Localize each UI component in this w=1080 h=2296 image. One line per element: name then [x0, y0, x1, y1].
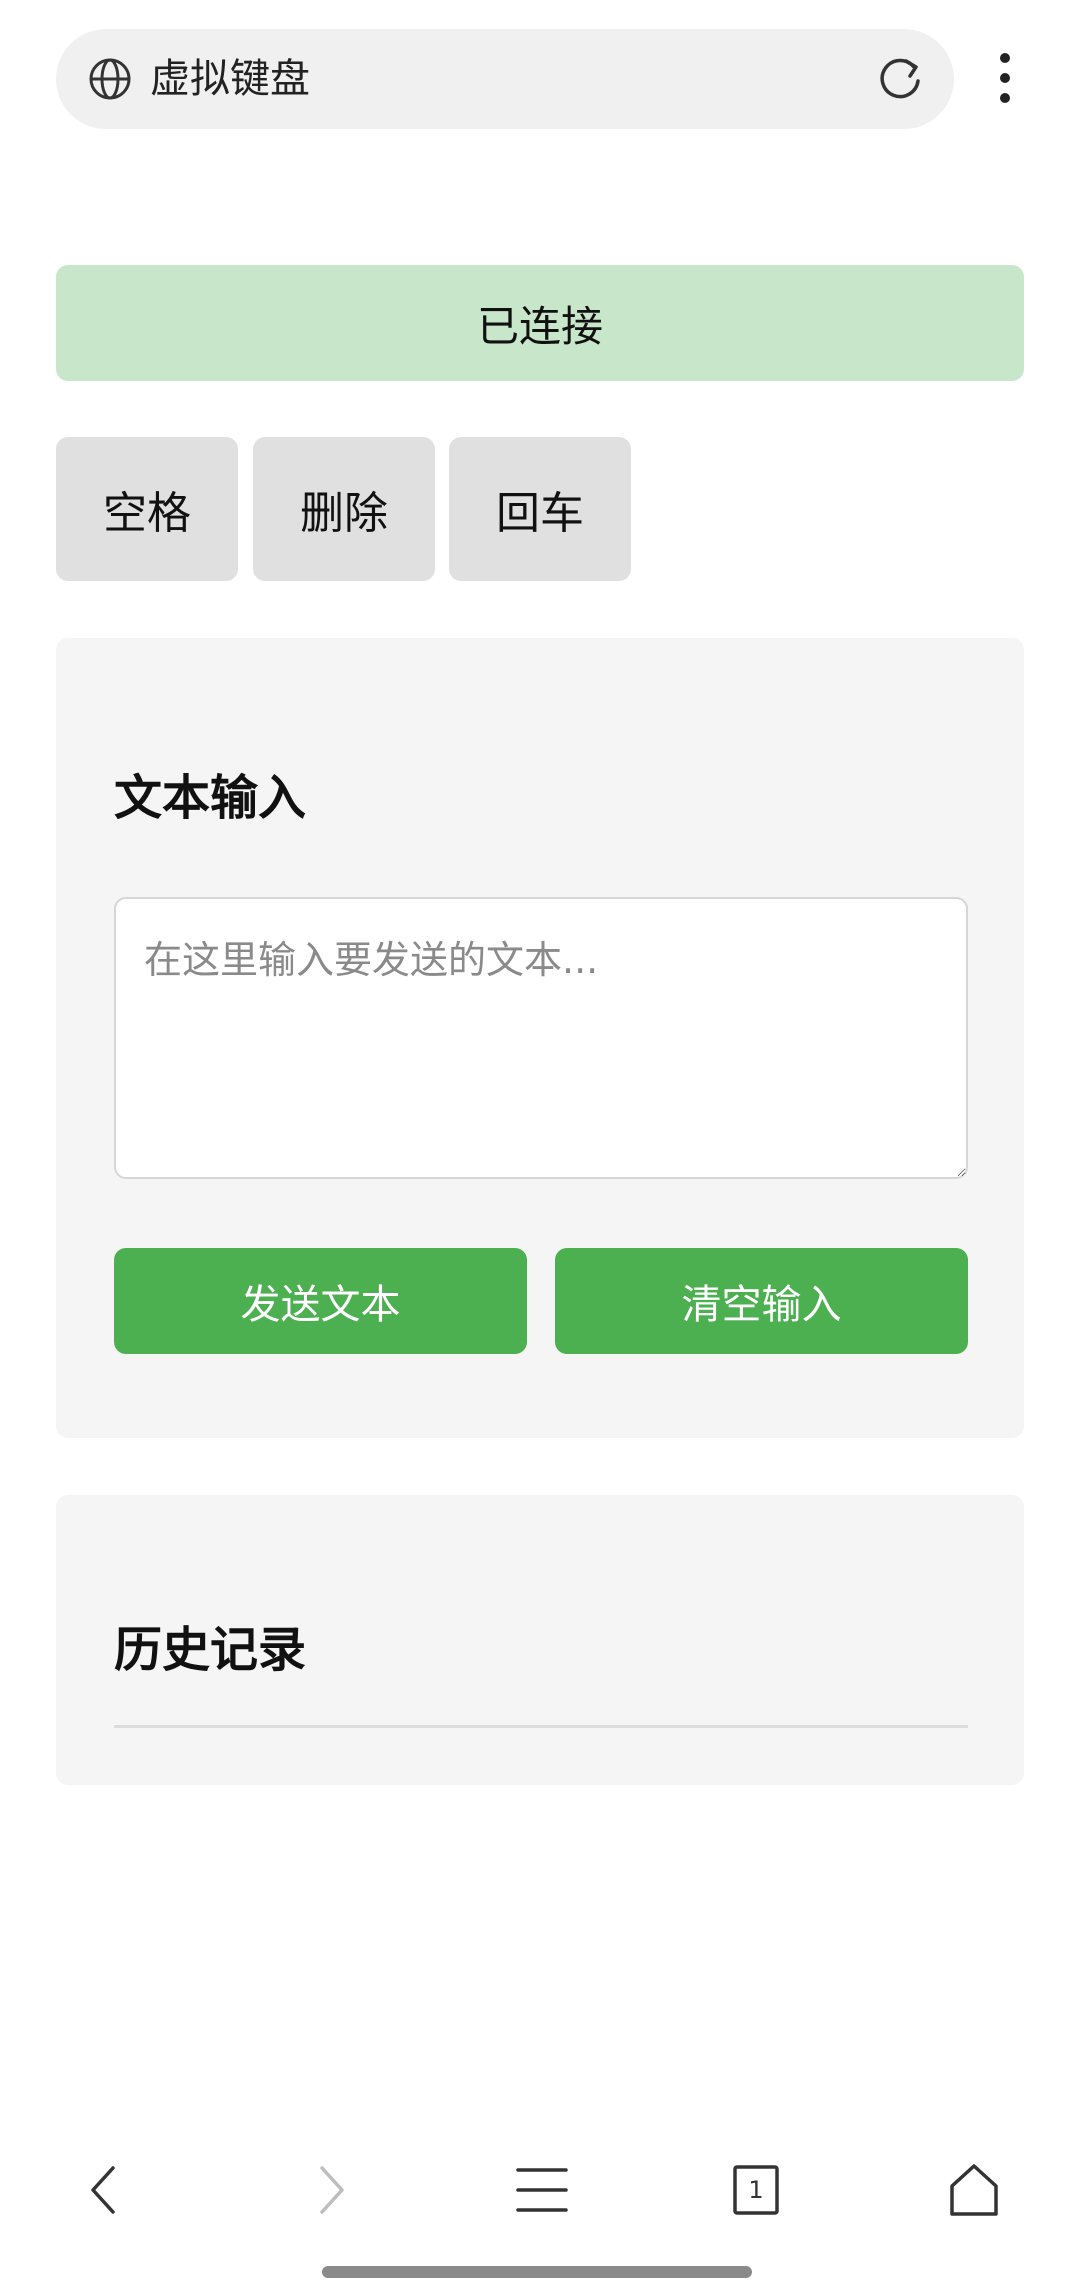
text-input-card: 文本输入 发送文本 清空输入: [56, 638, 1024, 1438]
delete-key-button[interactable]: 删除: [253, 437, 435, 581]
reload-icon[interactable]: [874, 53, 926, 105]
globe-icon: [89, 58, 131, 100]
clear-input-button[interactable]: 清空输入: [555, 1248, 968, 1354]
gesture-home-bar[interactable]: [322, 2266, 752, 2278]
text-input-field[interactable]: [114, 897, 968, 1179]
history-card: 历史记录: [56, 1495, 1024, 1785]
text-input-title: 文本输入: [114, 770, 307, 826]
more-vert-icon[interactable]: [990, 50, 1020, 110]
space-key-button[interactable]: 空格: [56, 437, 238, 581]
tab-count: 1: [748, 2176, 764, 2204]
home-icon[interactable]: [944, 2160, 1004, 2220]
connection-status-banner: 已连接: [56, 265, 1024, 381]
history-divider: [114, 1725, 968, 1728]
address-bar-text: 虚拟键盘: [150, 56, 310, 102]
address-bar[interactable]: 虚拟键盘: [56, 29, 954, 129]
forward-icon[interactable]: [300, 2160, 360, 2220]
send-text-button[interactable]: 发送文本: [114, 1248, 527, 1354]
page: 虚拟键盘 已连接 空格 删除 回车 文本输入 发送文本 清空输入 历史记录: [0, 0, 1080, 2296]
enter-key-button[interactable]: 回车: [449, 437, 631, 581]
tabs-icon[interactable]: 1: [726, 2160, 786, 2220]
history-title: 历史记录: [114, 1622, 307, 1678]
back-icon[interactable]: [75, 2160, 135, 2220]
menu-icon[interactable]: [512, 2160, 572, 2220]
bottom-navigation-bar: 1: [0, 2140, 1080, 2230]
